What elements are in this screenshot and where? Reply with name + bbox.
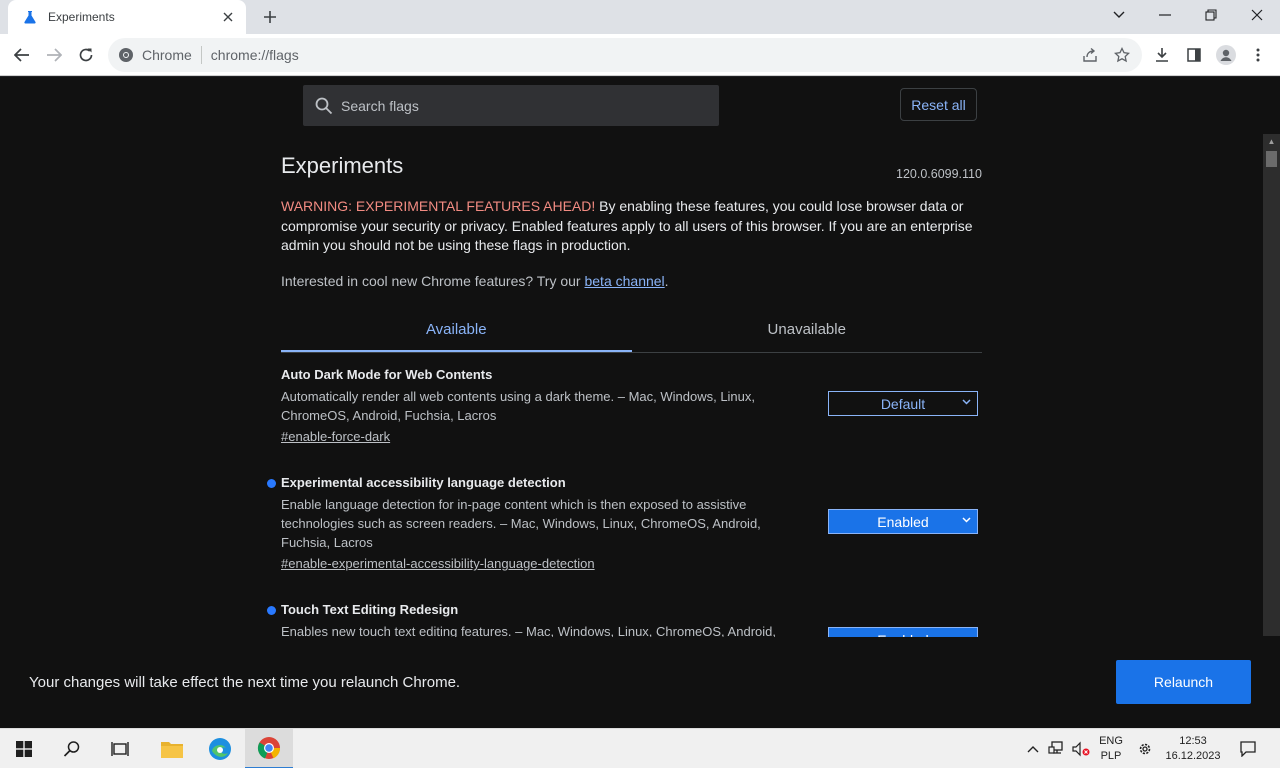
flag-name: Experimental accessibility language dete… bbox=[281, 475, 566, 490]
forward-arrow-icon[interactable] bbox=[39, 40, 69, 70]
omnibox-separator bbox=[200, 46, 202, 64]
warning-message: WARNING: EXPERIMENTAL FEATURES AHEAD! By… bbox=[281, 197, 981, 256]
select-value: Enabled bbox=[877, 513, 929, 530]
scrollbar-thumb[interactable] bbox=[1266, 151, 1277, 167]
interest-end: . bbox=[664, 273, 669, 289]
page-scrollbar[interactable]: ▲ bbox=[1263, 134, 1280, 636]
windows-start-icon[interactable] bbox=[0, 729, 48, 768]
scroll-up-arrow-icon[interactable]: ▲ bbox=[1263, 134, 1280, 148]
flag-name: Touch Text Editing Redesign bbox=[281, 602, 459, 617]
flag-item: Experimental accessibility language dete… bbox=[267, 475, 982, 573]
tab-unavailable[interactable]: Unavailable bbox=[632, 314, 983, 352]
tab-search-chevron-icon[interactable] bbox=[1096, 0, 1142, 30]
browser-tab-experiments[interactable]: Experiments bbox=[8, 0, 246, 34]
search-placeholder: Search flags bbox=[341, 97, 419, 114]
bookmark-star-icon[interactable] bbox=[1107, 40, 1137, 70]
tab-title: Experiments bbox=[48, 10, 115, 24]
chrome-logo-icon bbox=[118, 47, 134, 63]
enabled-indicator-dot bbox=[267, 606, 276, 615]
flags-tabs: Available Unavailable bbox=[281, 314, 982, 353]
flag-state-select[interactable]: Default bbox=[828, 391, 978, 416]
search-flags-input[interactable]: Search flags bbox=[303, 85, 719, 126]
flag-description: Automatically render all web contents us… bbox=[281, 389, 756, 423]
system-clock[interactable]: 12:53 16.12.2023 bbox=[1160, 734, 1226, 764]
clock-time: 12:53 bbox=[1179, 735, 1207, 747]
flask-icon bbox=[22, 9, 38, 25]
side-panel-icon[interactable] bbox=[1179, 40, 1209, 70]
version-label: 120.0.6099.110 bbox=[896, 167, 982, 181]
omnibox-url: chrome://flags bbox=[210, 47, 299, 63]
tab-strip: Experiments bbox=[0, 0, 1280, 34]
beta-channel-note: Interested in cool new Chrome features? … bbox=[281, 273, 669, 289]
input-language-indicator[interactable]: ENG PLP bbox=[1098, 734, 1124, 764]
flag-link[interactable]: #enable-force-dark bbox=[281, 429, 390, 444]
reset-all-button[interactable]: Reset all bbox=[900, 88, 977, 121]
restore-icon[interactable] bbox=[1188, 0, 1234, 30]
windows-taskbar: ENG PLP 12:53 16.12.2023 bbox=[0, 728, 1280, 768]
tray-chevron-up-icon[interactable] bbox=[1023, 729, 1043, 768]
chevron-down-icon bbox=[962, 397, 971, 408]
network-icon[interactable] bbox=[1046, 729, 1068, 768]
share-icon[interactable] bbox=[1075, 40, 1105, 70]
flag-name: Auto Dark Mode for Web Contents bbox=[281, 367, 493, 382]
browser-toolbar: Chrome chrome://flags bbox=[0, 34, 1280, 76]
select-value: Default bbox=[880, 395, 926, 412]
taskbar-search-icon[interactable] bbox=[48, 729, 96, 768]
flag-state-select[interactable]: Enabled bbox=[828, 509, 978, 534]
relaunch-button[interactable]: Relaunch bbox=[1116, 660, 1251, 704]
task-view-icon[interactable] bbox=[96, 729, 144, 768]
clock-date: 16.12.2023 bbox=[1165, 750, 1221, 762]
settings-gear-icon[interactable] bbox=[1134, 729, 1156, 768]
notifications-icon[interactable] bbox=[1236, 729, 1260, 768]
omnibox-site: Chrome bbox=[142, 47, 192, 63]
back-arrow-icon[interactable] bbox=[7, 40, 37, 70]
flag-item: Auto Dark Mode for Web Contents Automati… bbox=[281, 367, 982, 446]
volume-muted-icon[interactable] bbox=[1070, 729, 1092, 768]
lang-top: ENG bbox=[1099, 735, 1123, 747]
page-title: Experiments bbox=[281, 153, 404, 178]
search-icon bbox=[315, 97, 333, 115]
close-tab-icon[interactable] bbox=[220, 9, 236, 25]
new-tab-button[interactable] bbox=[258, 6, 282, 28]
flag-item: Touch Text Editing Redesign Enables new … bbox=[267, 602, 982, 652]
warning-label: WARNING: EXPERIMENTAL FEATURES AHEAD! bbox=[281, 198, 596, 214]
flags-page: Search flags Reset all Experiments 120.0… bbox=[0, 77, 1280, 728]
relaunch-message: Your changes will take effect the next t… bbox=[29, 674, 461, 691]
lang-bottom: PLP bbox=[1100, 750, 1122, 762]
menu-kebab-icon[interactable] bbox=[1243, 40, 1273, 70]
interest-text: Interested in cool new Chrome features? … bbox=[281, 273, 585, 289]
chrome-taskbar-icon[interactable] bbox=[245, 729, 293, 768]
profile-avatar-icon[interactable] bbox=[1211, 40, 1241, 70]
edge-browser-icon[interactable] bbox=[196, 729, 244, 768]
file-explorer-icon[interactable] bbox=[148, 729, 196, 768]
flag-description: Enable language detection for in-page co… bbox=[281, 497, 761, 550]
reload-icon[interactable] bbox=[71, 40, 101, 70]
beta-channel-link[interactable]: beta channel bbox=[584, 273, 664, 289]
flag-link[interactable]: #enable-experimental-accessibility-langu… bbox=[281, 556, 595, 571]
enabled-indicator-dot bbox=[267, 479, 276, 488]
relaunch-banner: Your changes will take effect the next t… bbox=[0, 637, 1280, 728]
chevron-down-icon bbox=[962, 515, 971, 526]
window-close-icon[interactable] bbox=[1234, 0, 1280, 30]
minimize-icon[interactable] bbox=[1142, 0, 1188, 30]
tab-available[interactable]: Available bbox=[281, 314, 632, 352]
address-bar[interactable]: Chrome chrome://flags bbox=[108, 38, 1142, 72]
download-icon[interactable] bbox=[1147, 40, 1177, 70]
